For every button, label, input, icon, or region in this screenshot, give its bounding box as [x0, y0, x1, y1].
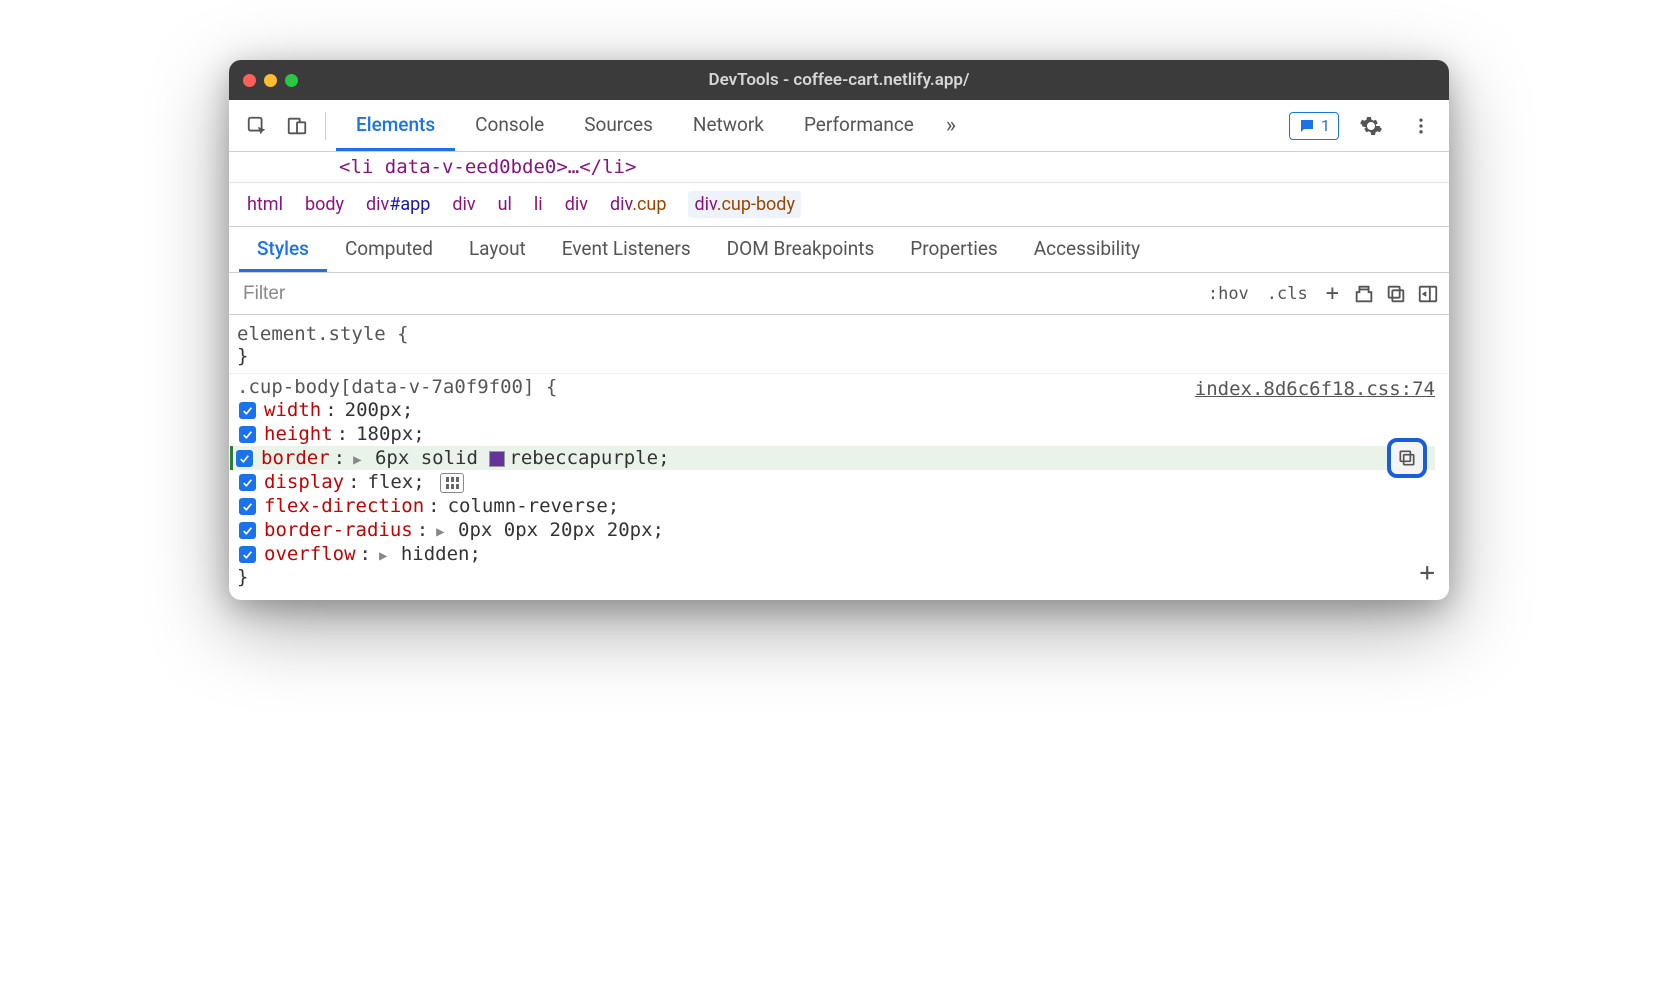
toggle-sidebar-icon[interactable]: [1417, 283, 1439, 305]
breadcrumb-item[interactable]: div#app: [366, 194, 430, 215]
tab-elements[interactable]: Elements: [336, 100, 455, 151]
css-property-value[interactable]: flex;: [368, 471, 465, 493]
divider: [325, 112, 326, 140]
dom-tree-line[interactable]: <li data-v-eed0bde0>…</li>: [229, 152, 1449, 183]
breadcrumb-item[interactable]: body: [305, 194, 344, 215]
subtab-accessibility[interactable]: Accessibility: [1016, 227, 1158, 272]
breadcrumb-item[interactable]: div: [452, 194, 475, 215]
tab-performance[interactable]: Performance: [784, 100, 934, 151]
css-property-value[interactable]: column-reverse;: [448, 495, 620, 517]
cls-toggle[interactable]: .cls: [1263, 284, 1312, 304]
window-title: DevTools - coffee-cart.netlify.app/: [229, 70, 1449, 90]
styles-pane: element.style { } index.8d6c6f18.css:74 …: [229, 315, 1449, 600]
css-property-value[interactable]: ▶ 6px solid rebeccapurple;: [353, 447, 669, 469]
declaration-enabled-checkbox[interactable]: [239, 474, 256, 491]
devtools-window: DevTools - coffee-cart.netlify.app/ Elem…: [229, 60, 1449, 600]
stylesheet-source-link[interactable]: index.8d6c6f18.css:74: [1195, 378, 1435, 400]
declaration-enabled-checkbox[interactable]: [236, 450, 253, 467]
css-property-name[interactable]: overflow: [264, 543, 356, 565]
css-declaration[interactable]: border-radius:▶ 0px 0px 20px 20px;: [233, 518, 1435, 542]
titlebar: DevTools - coffee-cart.netlify.app/: [229, 60, 1449, 100]
breadcrumb-item[interactable]: li: [534, 194, 543, 215]
expand-shorthand-icon[interactable]: ▶: [353, 452, 361, 468]
element-style-rule[interactable]: element.style { }: [229, 321, 1449, 374]
expand-shorthand-icon[interactable]: ▶: [436, 524, 444, 540]
copy-styles-icon[interactable]: [1353, 283, 1375, 305]
flexbox-editor-icon[interactable]: [440, 473, 464, 493]
device-toolbar-icon[interactable]: [279, 108, 315, 144]
rule-closing: }: [233, 566, 1435, 588]
chat-icon: [1298, 117, 1316, 135]
css-property-value[interactable]: 200px;: [345, 399, 414, 421]
css-declaration[interactable]: width:200px;: [233, 398, 1435, 422]
issues-count: 1: [1321, 116, 1330, 135]
color-swatch[interactable]: [489, 451, 505, 467]
subtab-event-listeners[interactable]: Event Listeners: [544, 227, 709, 272]
subtab-computed[interactable]: Computed: [327, 227, 451, 272]
css-property-value[interactable]: 180px;: [356, 423, 425, 445]
main-tabs: Elements Console Sources Network Perform…: [336, 100, 1277, 151]
subtab-dom-breakpoints[interactable]: DOM Breakpoints: [709, 227, 893, 272]
declaration-enabled-checkbox[interactable]: [239, 546, 256, 563]
styles-filter-bar: :hov .cls +: [229, 273, 1449, 315]
css-property-name[interactable]: display: [264, 471, 344, 493]
declaration-enabled-checkbox[interactable]: [239, 522, 256, 539]
cup-body-rule: index.8d6c6f18.css:74 .cup-body[data-v-7…: [229, 374, 1449, 594]
styles-subtabs: Styles Computed Layout Event Listeners D…: [229, 227, 1449, 273]
breadcrumb-item[interactable]: ul: [498, 194, 512, 215]
css-property-value[interactable]: ▶ hidden;: [379, 543, 481, 565]
copy-all-icon[interactable]: [1385, 283, 1407, 305]
breadcrumb-item-selected[interactable]: div.cup-body: [688, 191, 801, 218]
subtab-layout[interactable]: Layout: [451, 227, 544, 272]
breadcrumb: html body div#app div ul li div div.cup …: [229, 183, 1449, 227]
declaration-enabled-checkbox[interactable]: [239, 498, 256, 515]
subtab-properties[interactable]: Properties: [892, 227, 1015, 272]
hov-toggle[interactable]: :hov: [1204, 284, 1253, 304]
css-declaration[interactable]: height:180px;: [233, 422, 1435, 446]
breadcrumb-item[interactable]: div: [565, 194, 588, 215]
css-property-name[interactable]: flex-direction: [264, 495, 424, 517]
css-declaration[interactable]: border:▶ 6px solid rebeccapurple;: [230, 446, 1435, 470]
declaration-enabled-checkbox[interactable]: [239, 402, 256, 419]
css-declaration[interactable]: overflow:▶ hidden;: [233, 542, 1435, 566]
breadcrumb-item[interactable]: div.cup: [610, 194, 667, 215]
css-property-name[interactable]: border: [261, 447, 330, 469]
css-declaration[interactable]: display:flex;: [233, 470, 1435, 494]
issues-badge[interactable]: 1: [1289, 112, 1339, 140]
css-property-name[interactable]: height: [264, 423, 333, 445]
tab-sources[interactable]: Sources: [564, 100, 673, 151]
css-declaration[interactable]: flex-direction:column-reverse;: [233, 494, 1435, 518]
breadcrumb-item[interactable]: html: [247, 194, 283, 215]
new-style-rule-button[interactable]: +: [1322, 281, 1343, 306]
more-tabs-button[interactable]: »: [934, 100, 968, 151]
settings-icon[interactable]: [1353, 108, 1389, 144]
styles-filter-input[interactable]: [229, 273, 1194, 314]
toolbar-right: 1: [1289, 108, 1439, 144]
kebab-menu-icon[interactable]: [1403, 108, 1439, 144]
expand-shorthand-icon[interactable]: ▶: [379, 548, 387, 564]
css-property-name[interactable]: width: [264, 399, 321, 421]
filter-actions: :hov .cls +: [1194, 281, 1449, 306]
rule-closing: }: [233, 345, 1435, 367]
inspect-element-icon[interactable]: [239, 108, 275, 144]
add-declaration-button[interactable]: +: [1419, 558, 1435, 588]
main-toolbar: Elements Console Sources Network Perform…: [229, 100, 1449, 152]
tab-console[interactable]: Console: [455, 100, 564, 151]
declaration-enabled-checkbox[interactable]: [239, 426, 256, 443]
element-style-selector: element.style {: [233, 323, 1435, 345]
subtab-styles[interactable]: Styles: [239, 227, 327, 272]
css-property-value[interactable]: ▶ 0px 0px 20px 20px;: [436, 519, 664, 541]
css-property-name[interactable]: border-radius: [264, 519, 413, 541]
tab-network[interactable]: Network: [673, 100, 784, 151]
